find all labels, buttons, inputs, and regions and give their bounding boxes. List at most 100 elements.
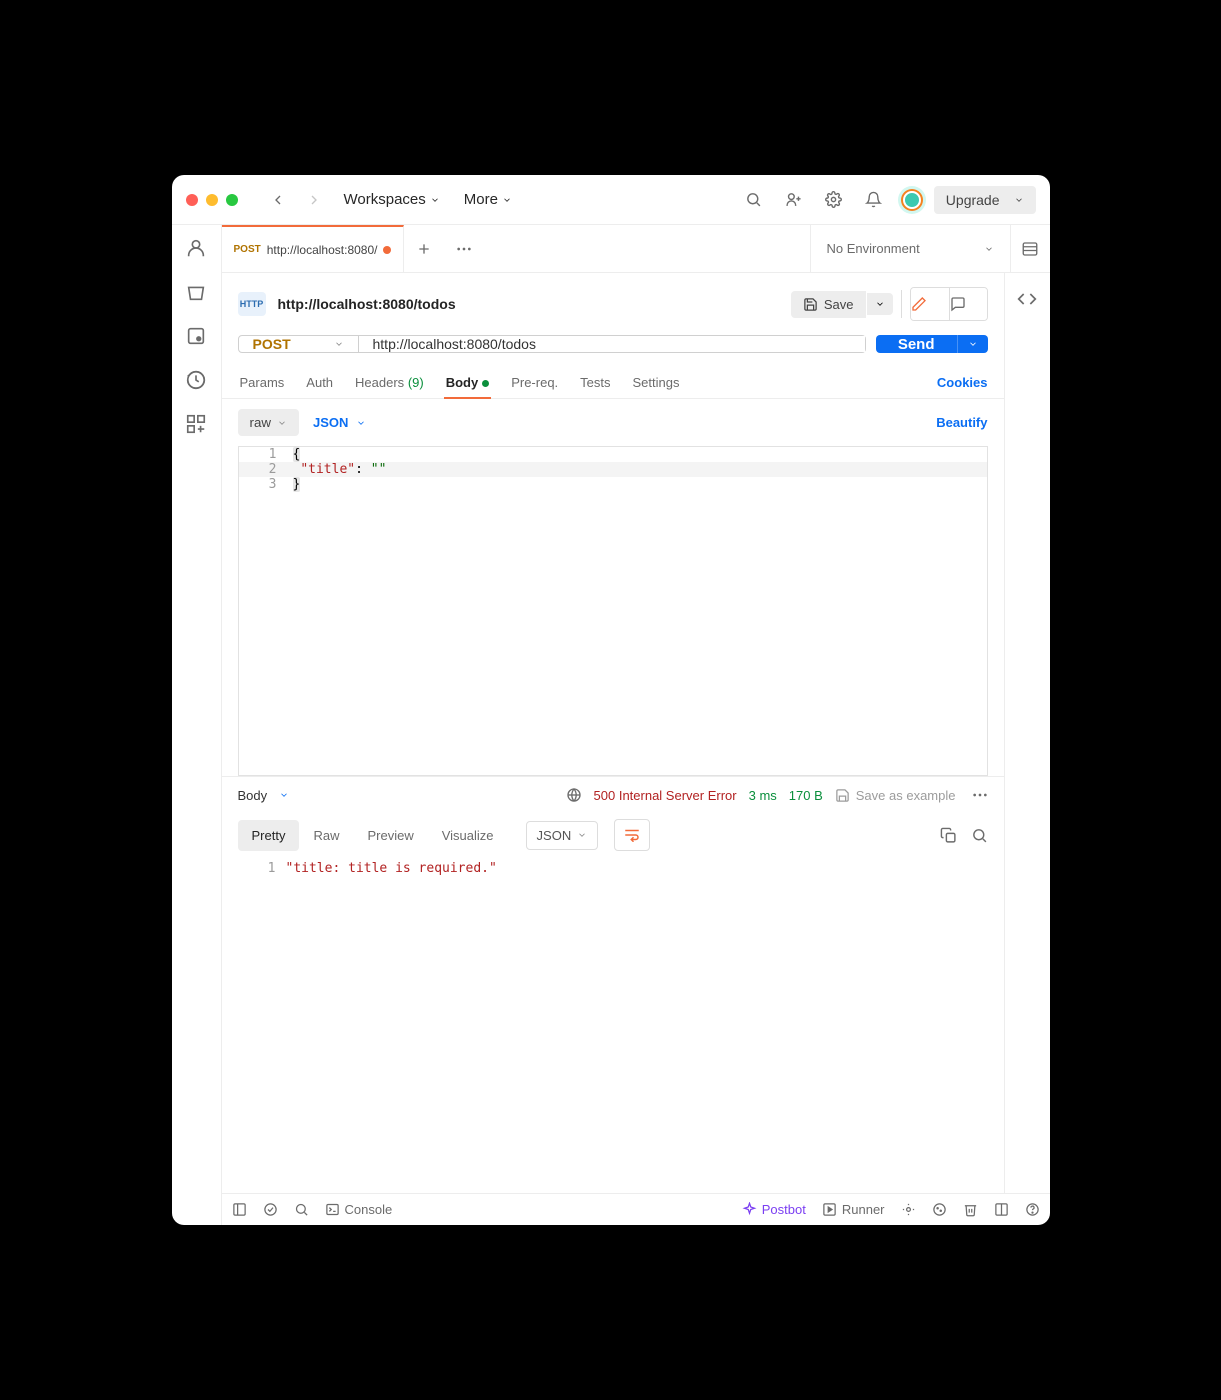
chevron-down-icon: [430, 195, 440, 205]
body-lang-select[interactable]: JSON: [313, 415, 366, 430]
request-body-editor[interactable]: 1{ 2 "title": "" 3}: [238, 446, 988, 776]
response-body[interactable]: 1"title: title is required.": [222, 857, 1004, 1193]
copy-icon[interactable]: [940, 827, 957, 844]
resptab-visualize[interactable]: Visualize: [428, 820, 508, 851]
code-icon[interactable]: [1017, 289, 1037, 309]
help-icon[interactable]: [1025, 1202, 1040, 1217]
pencil-icon: [911, 296, 927, 312]
chevron-down-icon: [577, 830, 587, 840]
response-body-label: Body: [238, 788, 268, 803]
method-select[interactable]: POST: [239, 336, 359, 352]
tab-method-badge: POST: [234, 244, 261, 255]
wrap-icon: [623, 828, 641, 842]
cookies-icon[interactable]: [932, 1202, 947, 1217]
chevron-down-icon: [277, 418, 287, 428]
response-status: 500 Internal Server Error: [594, 788, 737, 803]
tab-headers[interactable]: Headers (9): [353, 367, 426, 398]
send-button[interactable]: Send: [876, 335, 957, 353]
maximize-window-button[interactable]: [226, 194, 238, 206]
nav-forward-button[interactable]: [300, 186, 328, 214]
notifications-button[interactable]: [858, 184, 890, 216]
tab-settings[interactable]: Settings: [631, 367, 682, 398]
avatar[interactable]: [898, 186, 926, 214]
chevron-down-icon: [502, 195, 512, 205]
workspaces-menu[interactable]: Workspaces: [336, 187, 448, 212]
sync-ok-icon[interactable]: [263, 1202, 278, 1217]
close-window-button[interactable]: [186, 194, 198, 206]
tab-body[interactable]: Body: [444, 367, 492, 398]
trash-icon[interactable]: [185, 281, 207, 303]
terminal-icon: [325, 1202, 340, 1217]
resptab-preview[interactable]: Preview: [353, 820, 427, 851]
gear-icon: [825, 191, 842, 208]
eye-table-icon: [1021, 240, 1039, 258]
user-icon[interactable]: [185, 237, 207, 259]
bell-icon: [865, 191, 882, 208]
tab-auth[interactable]: Auth: [304, 367, 335, 398]
beautify-button[interactable]: Beautify: [936, 415, 987, 430]
invite-button[interactable]: [778, 184, 810, 216]
search-icon[interactable]: [971, 827, 988, 844]
trash-icon[interactable]: [963, 1202, 978, 1217]
comment-button[interactable]: [949, 288, 987, 320]
new-tab-button[interactable]: [404, 225, 444, 272]
add-panel-icon[interactable]: [185, 413, 207, 435]
edit-doc-button[interactable]: [911, 288, 949, 320]
search-button[interactable]: [738, 184, 770, 216]
request-header: HTTP http://localhost:8080/todos Save: [222, 273, 1004, 335]
response-size: 170 B: [789, 788, 823, 803]
minimize-window-button[interactable]: [206, 194, 218, 206]
chevron-down-icon: [1014, 195, 1024, 205]
response-toolbar: Pretty Raw Preview Visualize JSON: [222, 813, 1004, 857]
search-icon[interactable]: [294, 1202, 309, 1217]
more-menu[interactable]: More: [456, 187, 520, 212]
method-value: POST: [253, 336, 291, 352]
tab-params[interactable]: Params: [238, 367, 287, 398]
runner-button[interactable]: Runner: [822, 1202, 885, 1217]
response-more-button[interactable]: [972, 793, 988, 797]
chevron-down-icon: [968, 339, 978, 349]
variable-icon[interactable]: [185, 325, 207, 347]
body-toolbar: raw JSON Beautify: [222, 399, 1004, 446]
save-options-button[interactable]: [867, 293, 893, 315]
workspaces-label: Workspaces: [344, 191, 426, 208]
upgrade-button[interactable]: Upgrade: [934, 186, 1036, 214]
right-rail: [1005, 273, 1050, 1193]
environment-quicklook-button[interactable]: [1010, 225, 1050, 272]
request-tab[interactable]: POST http://localhost:8080/: [222, 225, 405, 272]
history-icon[interactable]: [185, 369, 207, 391]
url-input[interactable]: [359, 336, 865, 352]
save-button[interactable]: Save: [791, 291, 866, 318]
response-lang-select[interactable]: JSON: [526, 821, 599, 850]
resptab-pretty[interactable]: Pretty: [238, 820, 300, 851]
doc-actions: [910, 287, 988, 321]
more-label: More: [464, 191, 498, 208]
console-button[interactable]: Console: [325, 1202, 393, 1217]
capture-icon[interactable]: [901, 1202, 916, 1217]
cookies-link[interactable]: Cookies: [937, 375, 988, 390]
environment-select[interactable]: No Environment: [810, 225, 1010, 272]
environment-label: No Environment: [827, 241, 920, 256]
save-icon: [835, 788, 850, 803]
layout-icon[interactable]: [994, 1202, 1009, 1217]
tab-overflow-button[interactable]: [444, 225, 484, 272]
url-box: POST: [238, 335, 866, 353]
chevron-down-icon[interactable]: [279, 790, 289, 800]
tab-tests[interactable]: Tests: [578, 367, 612, 398]
send-options-button[interactable]: [957, 335, 988, 353]
nav-back-button[interactable]: [264, 186, 292, 214]
chevron-down-icon: [984, 244, 994, 254]
settings-button[interactable]: [818, 184, 850, 216]
resptab-raw[interactable]: Raw: [299, 820, 353, 851]
traffic-lights: [186, 194, 238, 206]
wrap-lines-button[interactable]: [614, 819, 650, 851]
globe-icon[interactable]: [566, 787, 582, 803]
tab-prereq[interactable]: Pre-req.: [509, 367, 560, 398]
save-as-example-button[interactable]: Save as example: [835, 788, 956, 803]
body-type-select[interactable]: raw: [238, 409, 299, 436]
tab-strip: POST http://localhost:8080/ No Environme…: [222, 225, 1050, 273]
postbot-button[interactable]: Postbot: [742, 1202, 806, 1217]
app-window: Workspaces More Upgrade: [172, 175, 1050, 1225]
save-label: Save: [824, 297, 854, 312]
panel-icon[interactable]: [232, 1202, 247, 1217]
